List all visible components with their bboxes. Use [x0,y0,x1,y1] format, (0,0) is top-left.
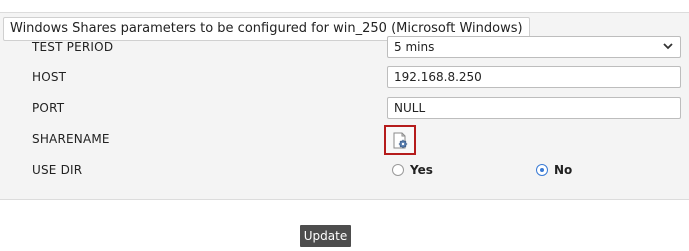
radio-no-circle[interactable] [536,164,548,176]
row-host: HOST 192.168.8.250 [0,63,689,91]
port-input[interactable]: NULL [387,97,681,119]
host-label: HOST [32,70,67,84]
row-sharename: SHARENAME [0,125,689,153]
host-input[interactable]: 192.168.8.250 [387,66,681,88]
row-use-dir: USE DIR Yes No [0,156,689,184]
row-test-period: TEST PERIOD 5 mins [0,33,689,61]
sharename-config-button[interactable] [384,125,416,155]
update-button[interactable]: Update [300,225,351,247]
gear-document-icon [393,132,408,149]
port-label: PORT [32,101,65,115]
sharename-label: SHARENAME [32,132,110,146]
config-panel: Windows Shares parameters to be configur… [0,12,689,200]
test-period-select[interactable]: 5 mins [387,36,681,58]
row-port: PORT NULL [0,94,689,122]
test-period-value: 5 mins [394,40,435,54]
use-dir-no-radio[interactable]: No [536,156,572,184]
radio-no-label: No [554,163,573,177]
chevron-down-icon [663,43,673,50]
use-dir-label: USE DIR [32,163,83,177]
test-period-label: TEST PERIOD [32,40,114,54]
radio-yes-label: Yes [410,163,433,177]
use-dir-yes-radio[interactable]: Yes [392,156,433,184]
radio-yes-circle[interactable] [392,164,404,176]
